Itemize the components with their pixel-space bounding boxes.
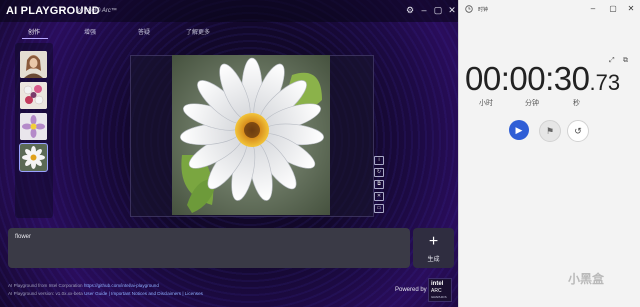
title-bar: AI PLAYGROUND for Intel® Arc™ ⚙ – ▢ ✕ [0,0,458,22]
lap-button[interactable]: ⚑ [539,120,561,142]
footer-version: AI Playground version: v1.0x.xx-beta Use… [8,291,203,296]
clock-app-icon [465,5,473,13]
folder-icon[interactable]: ▭ [374,204,384,213]
play-icon: ▶ [515,125,523,135]
unit-seconds: 秒 [573,100,580,107]
stopwatch-display: 00:00:30.73 [465,60,621,97]
ai-playground-window: AI PLAYGROUND for Intel® Arc™ ⚙ – ▢ ✕ 创作… [0,0,458,307]
minutes-value: 00 [509,60,546,97]
generated-daisy-image [172,55,330,215]
thumbnail-portrait[interactable] [20,51,47,78]
github-link[interactable]: https://github.com/intel/ai-playground [84,283,159,288]
hours-value: 00 [465,60,501,97]
reset-icon: ↺ [574,126,582,136]
thumbnail-daisy-selected[interactable] [19,143,48,172]
minimize-button[interactable]: – [418,4,430,16]
mode-tabs: 创作 增强 答疑 了解更多 [0,24,458,38]
refresh-icon[interactable]: ↻ [374,168,384,177]
footer-credit: AI Playground from Intel Corporation htt… [8,283,159,288]
flag-icon: ⚑ [545,126,555,136]
powered-by-label: Powered by [395,287,427,293]
history-thumbnails [15,43,53,218]
prompt-input[interactable]: flower [8,228,410,268]
maximize-button[interactable]: ▢ [607,3,619,15]
play-button[interactable]: ▶ [509,120,529,140]
unit-hours: 小时 [479,100,493,107]
compact-overlay-icon[interactable]: ⧉ [623,57,628,65]
clock-window: 时钟 – ▢ ✕ ⤢ ⧉ 00:00:30.73 小时 分钟 秒 ▶ ⚑ ↺ [458,0,640,307]
window-title: 时钟 [478,7,489,13]
tab-answer[interactable]: 答疑 [138,27,150,36]
watermark: 小黑盒 [568,272,605,286]
generate-button[interactable]: + 生成 [413,228,454,268]
settings-gear-icon[interactable]: ⚙ [404,4,416,16]
active-tab-indicator [22,38,48,39]
maximize-button[interactable]: ▢ [432,4,444,16]
minimize-button[interactable]: – [587,3,599,15]
thumbnail-purple-flower[interactable] [20,113,47,140]
delete-icon[interactable]: ✕ [374,192,384,201]
unit-minutes: 分钟 [525,100,539,107]
copy-icon[interactable]: ⧉ [374,180,384,189]
reset-button[interactable]: ↺ [567,120,589,142]
app-brand-subtitle: for Intel® Arc™ [76,8,117,14]
seconds-value: 30 [553,60,590,97]
thumbnail-bouquet[interactable] [20,82,47,109]
fraction-value: .73 [589,70,621,95]
close-button[interactable]: ✕ [625,3,637,15]
intel-arc-logo: intel ARC GRAPHICS [428,278,452,302]
footer-links[interactable]: User Guide | Important Notices and Discl… [84,291,203,296]
prompt-text: flower [15,234,32,240]
generate-label: 生成 [427,257,440,263]
plus-icon: + [428,233,439,250]
tab-enhance[interactable]: 增强 [84,27,96,36]
tab-create[interactable]: 创作 [28,27,40,36]
info-icon[interactable]: i [374,156,384,165]
image-tools: i ↻ ⧉ ✕ ▭ [374,156,384,216]
close-button[interactable]: ✕ [446,4,458,16]
tab-learn-more[interactable]: 了解更多 [186,27,210,36]
